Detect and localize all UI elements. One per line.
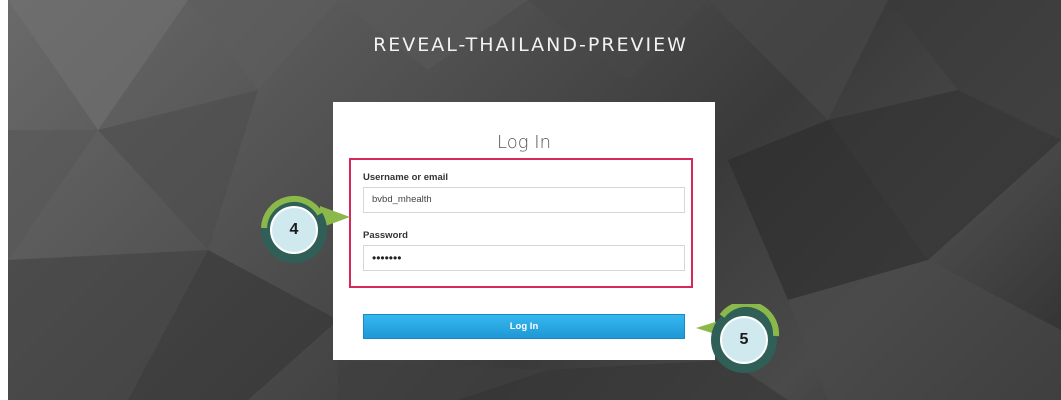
app-title: REVEAL-THAILAND-PREVIEW: [373, 34, 688, 56]
callout-step-4: 4: [258, 192, 358, 268]
login-card: Log In Username or email bvbd_mhealth Pa…: [333, 102, 715, 360]
callout-4-number: 4: [289, 221, 299, 238]
login-heading: Log In: [497, 132, 551, 153]
password-field[interactable]: •••••••: [363, 245, 685, 271]
username-field[interactable]: bvbd_mhealth: [363, 187, 685, 213]
password-label: Password: [363, 230, 408, 241]
login-button[interactable]: Log In: [363, 314, 685, 339]
callout-step-5: 5: [688, 300, 788, 384]
callout-5-number: 5: [739, 331, 749, 348]
username-label: Username or email: [363, 172, 449, 183]
